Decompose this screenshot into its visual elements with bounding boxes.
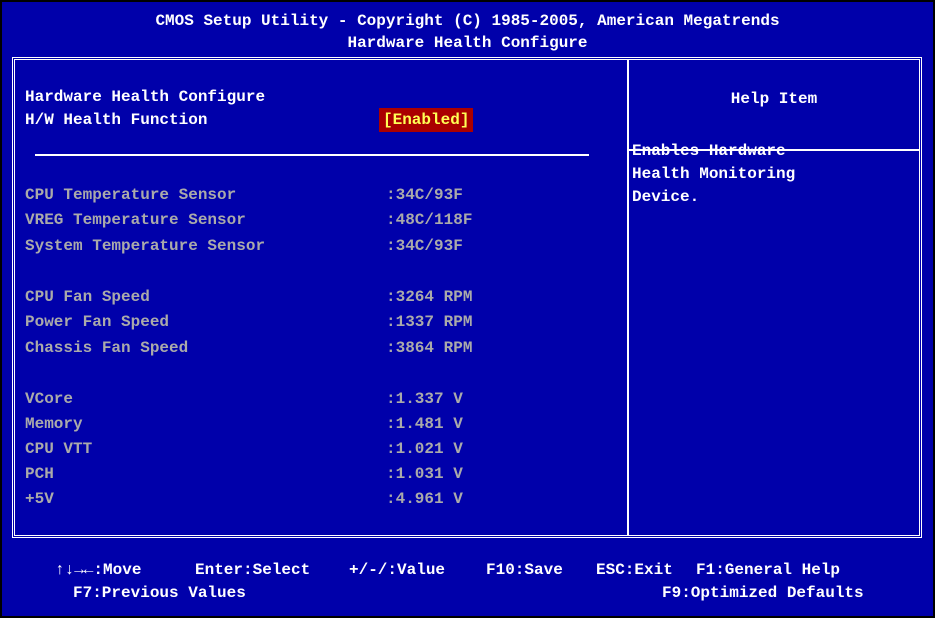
help-panel-divider — [627, 60, 629, 535]
page-title: Hardware Health Configure — [347, 34, 588, 52]
help-text-line: Health Monitoring — [632, 165, 796, 183]
frame-inner: Help Item — [15, 60, 919, 535]
bios-screen: CMOS Setup Utility - Copyright (C) 1985-… — [0, 0, 935, 618]
key-general-help: F1:General Help — [696, 561, 841, 579]
key-move: ↑↓→←:Move — [55, 561, 142, 579]
help-text-line: Enables Hardware — [632, 142, 786, 160]
key-select: Enter:Select — [195, 561, 311, 579]
help-text: Enables Hardware Health Monitoring Devic… — [632, 140, 892, 209]
key-save: F10:Save — [486, 561, 563, 579]
key-value: +/-/:Value — [349, 561, 446, 579]
key-exit: ESC:Exit — [596, 561, 673, 579]
help-panel-title: Help Item — [730, 90, 818, 108]
key-previous-values: F7:Previous Values — [73, 584, 246, 602]
key-optimized-defaults: F9:Optimized Defaults — [662, 584, 864, 602]
help-text-line: Device. — [632, 188, 700, 206]
utility-title: CMOS Setup Utility - Copyright (C) 1985-… — [155, 12, 780, 30]
